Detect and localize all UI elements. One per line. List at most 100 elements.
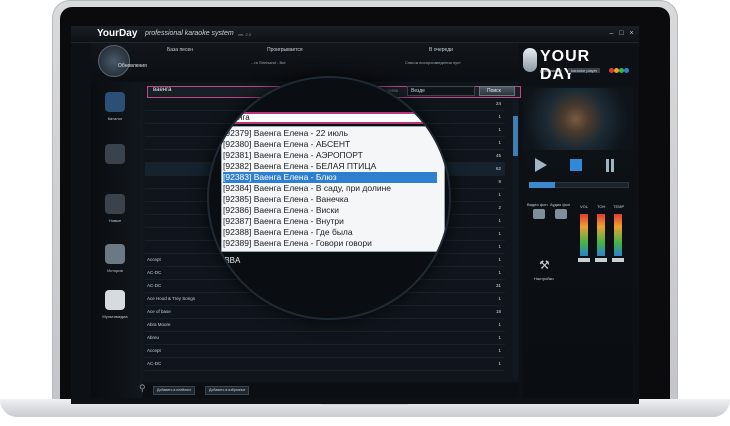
table-row[interactable]: Abreu 1	[145, 332, 505, 345]
lens-row-abba[interactable]: ABBA	[219, 256, 449, 265]
brand-sub1: professional	[540, 68, 562, 73]
settings-label[interactable]: Настройки	[534, 276, 554, 281]
row-count: 62	[495, 166, 501, 171]
row-count: 1	[498, 140, 501, 145]
tempo-meter[interactable]	[614, 214, 622, 256]
multimedia-icon[interactable]	[105, 290, 125, 310]
tone-knob[interactable]	[595, 258, 607, 262]
suggestion-item[interactable]: [92388] Ваенга Елена - Где была	[223, 227, 437, 238]
app-version: ver. 2.0	[238, 32, 252, 37]
title-bar: YourDay professional karaoke system ver.…	[71, 26, 639, 43]
suggestion-item[interactable]: [92379] Ваенга Елена - 22 июль	[223, 128, 437, 139]
row-count: 1	[498, 244, 501, 249]
mic-small-icon: ⚲	[139, 383, 146, 393]
row-count: 1	[498, 114, 501, 119]
table-row[interactable]: Abra Moore 1	[145, 319, 505, 332]
playing-header: Проигрывается	[267, 47, 303, 53]
row-count: 1	[498, 348, 501, 353]
sidebar-item-catalog[interactable]: Каталог	[100, 116, 130, 121]
settings-icon[interactable]: ⚒	[539, 258, 550, 272]
brand-name: YOUR DAY	[540, 48, 591, 83]
catalog-icon[interactable]	[105, 92, 125, 112]
vol-meter[interactable]	[580, 214, 588, 256]
bottom-bar	[143, 382, 519, 398]
tone-meter[interactable]	[597, 214, 605, 256]
search-count-small: 11956	[387, 88, 398, 93]
db-header: База песен	[167, 47, 193, 53]
pause-icon[interactable]	[604, 159, 616, 172]
row-count: 1	[498, 361, 501, 366]
lens-row-abc[interactable]: ABC	[219, 274, 449, 283]
suggestion-item[interactable]: [92385] Ваенга Елена - Ванечка	[223, 194, 437, 205]
maximize-button[interactable]: □	[618, 30, 625, 37]
sidebar-item-multimedia[interactable]: Мультимедиа	[100, 314, 130, 319]
audio-bg-icon[interactable]	[555, 209, 567, 219]
row-count: 1	[498, 270, 501, 275]
row-count: 18	[495, 309, 501, 314]
table-row[interactable]: AC-DC 1	[145, 358, 505, 371]
brand-sub2: karaoke player	[568, 68, 601, 73]
mic-icon[interactable]	[105, 144, 125, 164]
new-icon[interactable]	[105, 194, 125, 214]
row-count: 1	[498, 127, 501, 132]
suggestion-item[interactable]: [92387] Ваенга Елена - Внутри	[223, 216, 437, 227]
video-bg-icon[interactable]	[533, 209, 545, 219]
tone-label: TOH	[597, 204, 606, 209]
suggestion-item[interactable]: [92384] Ваенга Елена - В саду, при долин…	[223, 183, 437, 194]
row-count: 1	[498, 231, 501, 236]
row-count: 9	[498, 179, 501, 184]
row-count: 1	[498, 322, 501, 327]
row-artist: Ace of base	[147, 309, 171, 314]
row-count: 45	[495, 153, 501, 158]
history-icon[interactable]	[105, 244, 125, 264]
search-query-small[interactable]: ваенга	[153, 87, 172, 93]
search-scope-select[interactable]: Везде	[407, 86, 475, 96]
video-bg-label: Видео фон	[527, 202, 548, 207]
magnifier-lens: ваенга 11956 [92379] Ваенга Елена - 22 и…	[209, 78, 449, 318]
suggestion-item[interactable]: [92382] Ваенга Елена - БЕЛАЯ ПТИЦА	[223, 161, 437, 172]
suggestion-item[interactable]: [92386] Ваенга Елена - Виски	[223, 205, 437, 216]
vol-knob[interactable]	[578, 258, 590, 262]
suggestion-item[interactable]: [92389] Ваенга Елена - Говори говори	[223, 238, 437, 249]
sidebar-item-history[interactable]: История	[100, 268, 130, 273]
stop-icon[interactable]	[570, 159, 582, 171]
suggestion-item[interactable]: [92383] Ваенга Елена - Блюз	[223, 172, 437, 183]
video-preview	[523, 88, 633, 150]
sidebar-item-new[interactable]: Новые	[100, 218, 130, 223]
row-artist: AC-DC	[147, 270, 162, 275]
app-tagline: professional karaoke system	[145, 30, 234, 37]
suggestion-item[interactable]: [92381] Ваенга Елена - АЭРОПОРТ	[223, 150, 437, 161]
update-label: Обновления	[118, 63, 147, 69]
table-row[interactable]: Accept 1	[145, 345, 505, 358]
row-artist: Abra Moore	[147, 322, 171, 327]
list-scroll-thumb[interactable]	[513, 116, 518, 156]
row-artist: Ace Hood & Trey Songs	[147, 296, 196, 301]
row-count: 1	[498, 192, 501, 197]
playing-value: ...ra Streisand - But	[251, 60, 286, 65]
lens-search-count: 11956	[426, 114, 443, 120]
lens-search-query[interactable]: ваенга	[225, 113, 250, 122]
minimize-button[interactable]: –	[608, 30, 615, 37]
add-to-favorites-button[interactable]: Добавить в избранное	[205, 386, 250, 395]
add-to-playlist-button[interactable]: Добавить в плейлист	[153, 386, 196, 395]
brand-logo: YOUR DAY professional karaoke player	[523, 48, 629, 83]
suggestion-item[interactable]: [92380] Ваенга Елена - АБСЕНТ	[223, 139, 437, 150]
close-button[interactable]: ×	[628, 30, 635, 37]
lens-search-field[interactable]	[219, 112, 449, 124]
update-button[interactable]	[98, 45, 130, 77]
queue-value: Список воспроизведения пуст	[405, 60, 461, 65]
row-count: 31	[495, 283, 501, 288]
row-count: 24	[495, 101, 501, 106]
tempo-knob[interactable]	[612, 258, 624, 262]
queue-header: В очереди	[429, 47, 453, 53]
tempo-label: TEMP	[613, 204, 625, 209]
row-artist: Abreu	[147, 335, 160, 340]
row-count: 2	[498, 205, 501, 210]
row-count: 1	[498, 257, 501, 262]
search-button[interactable]: Поиск	[479, 86, 515, 96]
playback-progress-fill	[529, 182, 555, 188]
sidebar: Каталог Новые История Мультимедиа	[91, 82, 143, 398]
play-icon[interactable]	[535, 158, 547, 172]
brand-dot-blue	[624, 68, 629, 73]
microphone-icon	[523, 48, 537, 72]
